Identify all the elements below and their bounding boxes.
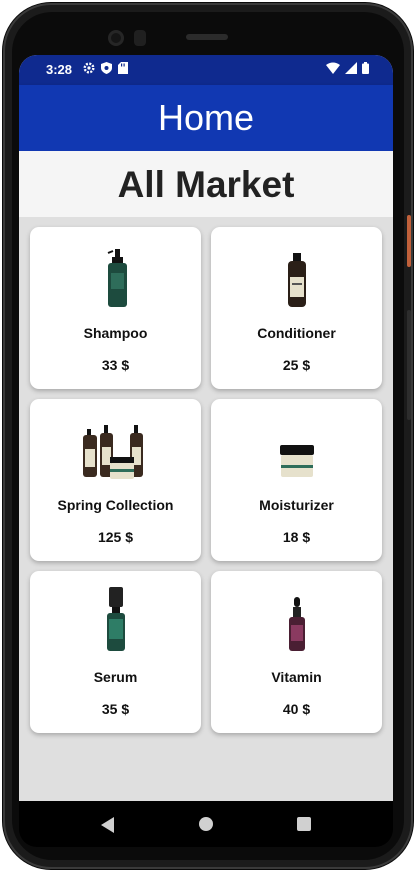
product-card-moisturizer[interactable]: Moisturizer 18 $ — [211, 399, 382, 561]
product-price: 35 $ — [101, 701, 130, 717]
app-screen: 3:28 Home All Market Shampoo 33 $ Condit… — [19, 55, 393, 801]
earpiece-speaker — [186, 34, 228, 40]
vitamin-dropper-image — [211, 583, 382, 653]
product-price: 33 $ — [101, 357, 130, 373]
product-price: 18 $ — [282, 529, 311, 545]
product-name: Serum — [93, 669, 138, 685]
product-name: Conditioner — [257, 325, 336, 341]
moisturizer-jar-image — [211, 411, 382, 481]
recents-icon[interactable] — [297, 817, 311, 831]
page-title: Home — [157, 97, 255, 138]
power-button — [407, 215, 411, 267]
serum-bottle-image — [30, 583, 201, 653]
product-card-serum[interactable]: Serum 35 $ — [30, 571, 201, 733]
battery-icon — [362, 62, 369, 77]
volume-button — [407, 310, 411, 420]
shield-icon — [101, 62, 112, 77]
collection-set-image — [30, 411, 201, 481]
product-name: Vitamin — [271, 669, 322, 685]
status-bar: 3:28 — [19, 55, 393, 85]
shampoo-bottle-image — [30, 239, 201, 309]
system-nav-bar — [19, 801, 393, 847]
front-camera — [108, 30, 124, 46]
section-header: All Market — [19, 151, 393, 217]
gear-icon — [83, 62, 95, 77]
product-card-conditioner[interactable]: Conditioner 25 $ — [211, 227, 382, 389]
back-icon[interactable] — [101, 817, 114, 833]
product-price: 40 $ — [282, 701, 311, 717]
section-title: All Market — [117, 164, 295, 205]
signal-icon — [345, 62, 357, 77]
app-bar: Home — [19, 85, 393, 151]
product-price: 125 $ — [97, 529, 134, 545]
product-card-spring-collection[interactable]: Spring Collection 125 $ — [30, 399, 201, 561]
product-name: Moisturizer — [259, 497, 334, 513]
sd-card-icon — [118, 62, 128, 77]
home-icon[interactable] — [199, 817, 213, 831]
wifi-icon — [326, 62, 340, 77]
product-card-vitamin[interactable]: Vitamin 40 $ — [211, 571, 382, 733]
product-card-shampoo[interactable]: Shampoo 33 $ — [30, 227, 201, 389]
front-sensor — [134, 30, 146, 46]
status-time: 3:28 — [46, 62, 73, 77]
conditioner-bottle-image — [211, 239, 382, 309]
product-name: Spring Collection — [57, 497, 174, 513]
product-price: 25 $ — [282, 357, 311, 373]
product-name: Shampoo — [83, 325, 148, 341]
